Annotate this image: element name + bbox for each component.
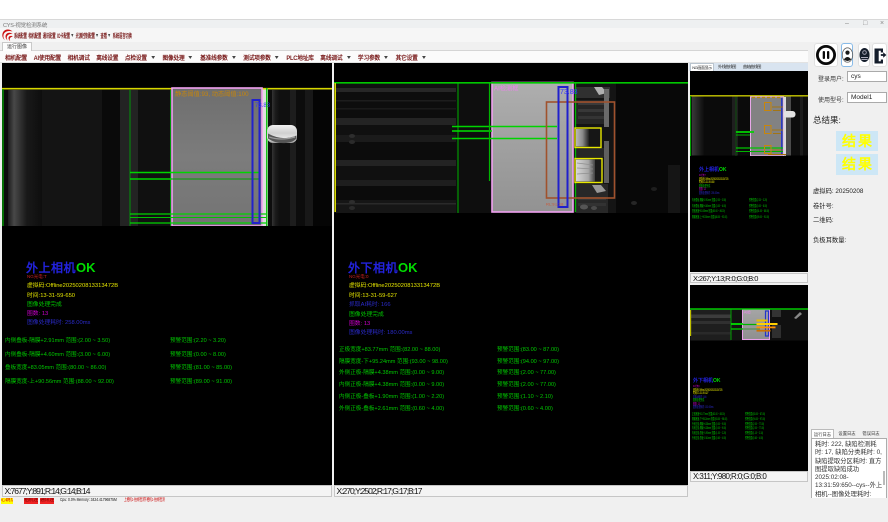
svg-text:AI检测框: AI检测框 (494, 85, 518, 93)
svg-text:静态阈值:93, 动态阈值:100: 静态阈值:93, 动态阈值:100 (175, 90, 249, 98)
svg-text:AI检: AI检 (744, 309, 751, 314)
svg-text:73.88: 73.88 (560, 89, 578, 96)
svg-text:73.88: 73.88 (255, 103, 271, 109)
svg-text:RL:9.L:18: RL:9.L:18 (546, 202, 564, 207)
